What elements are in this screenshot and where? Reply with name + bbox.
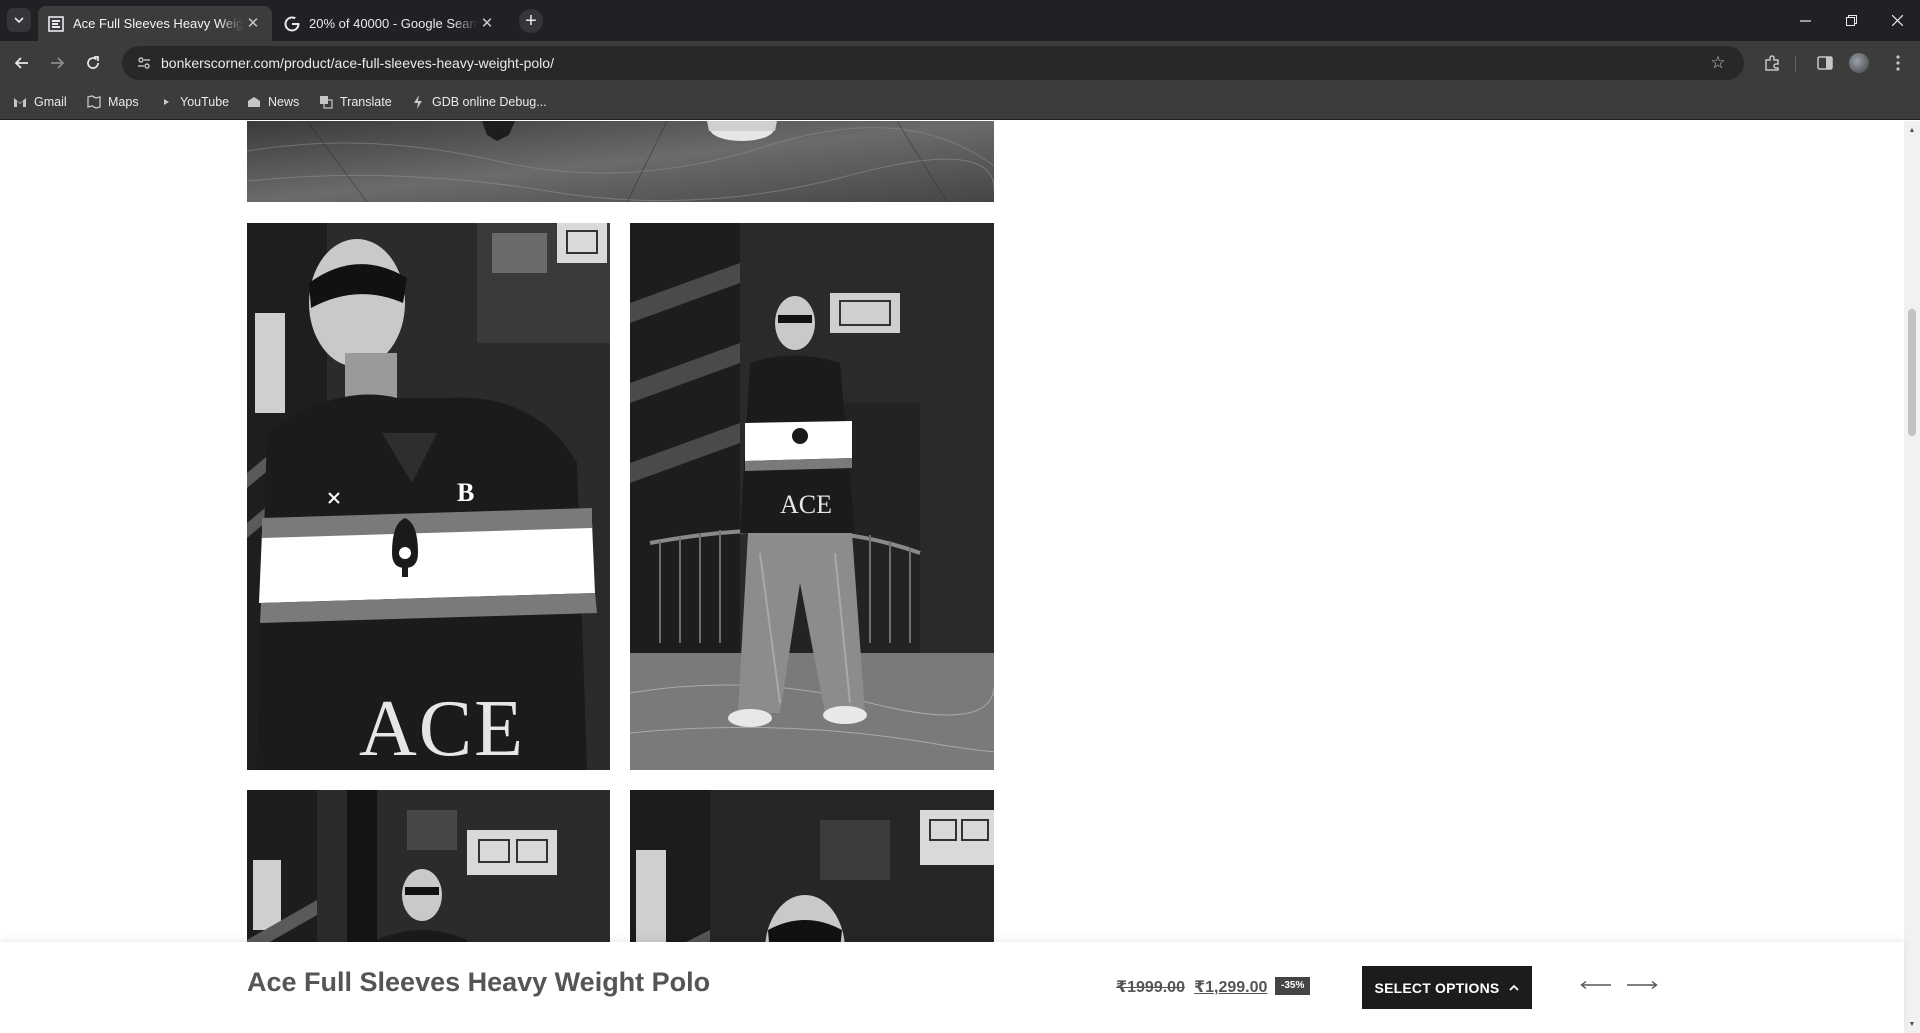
url-text: bonkerscorner.com/product/ace-full-sleev… (161, 55, 554, 71)
product-image-3[interactable]: ACE (630, 223, 994, 770)
scroll-thumb[interactable] (1908, 309, 1916, 436)
extensions-icon[interactable] (1760, 51, 1784, 75)
translate-icon (318, 94, 334, 110)
google-g-icon (284, 16, 300, 32)
close-icon[interactable]: ✕ (478, 15, 496, 33)
new-tab-plus-icon[interactable]: + (519, 9, 543, 33)
discount-badge: -35% (1275, 977, 1311, 995)
bookmark-label: YouTube (180, 95, 230, 109)
back-arrow-icon[interactable] (10, 51, 34, 75)
ace-print-text: ACE (359, 685, 525, 770)
select-options-button[interactable]: SELECT OPTIONS (1362, 966, 1532, 1009)
ace-print-text: ACE (780, 490, 832, 519)
sale-price: ₹1,299.00 (1194, 979, 1268, 996)
next-product-arrow-icon[interactable] (1626, 976, 1658, 994)
page-scrollbar[interactable]: ▲ ▼ (1904, 121, 1920, 1033)
site-info-icon[interactable] (135, 54, 153, 72)
bookmark-maps[interactable]: Maps (86, 91, 139, 113)
product-image-1[interactable] (247, 121, 994, 202)
bookmark-label: Gmail (34, 95, 67, 109)
side-panel-icon[interactable] (1813, 51, 1837, 75)
reload-icon[interactable] (81, 51, 105, 75)
window-controls (1782, 0, 1920, 41)
news-icon (246, 94, 262, 110)
address-bar[interactable]: bonkerscorner.com/product/ace-full-sleev… (122, 46, 1744, 80)
tab-google-search[interactable]: 20% of 40000 - Google Search ✕ (274, 6, 506, 41)
select-options-label: SELECT OPTIONS (1374, 979, 1500, 996)
bookmarks-bar: Gmail Maps YouTube News Translate GDB on… (0, 85, 1920, 120)
browser-toolbar: bonkerscorner.com/product/ace-full-sleev… (0, 41, 1920, 85)
gdb-icon (410, 94, 426, 110)
tab-product-page[interactable]: Ace Full Sleeves Heavy Weight Polo ✕ (38, 6, 272, 41)
product-image-2[interactable]: B ACE (247, 223, 610, 770)
tab-title: 20% of 40000 - Google Search (309, 16, 478, 31)
bookmark-star-icon[interactable]: ☆ (1706, 53, 1730, 73)
maps-icon (86, 94, 102, 110)
sticky-add-to-cart-bar: Ace Full Sleeves Heavy Weight Polo ₹1999… (0, 942, 1904, 1033)
bookmark-gdb[interactable]: GDB online Debug... (410, 91, 547, 113)
bookmark-label: GDB online Debug... (432, 95, 547, 109)
bonkers-logo-icon (48, 15, 64, 32)
tab-title: Ace Full Sleeves Heavy Weight Polo (73, 16, 244, 31)
minimize-icon[interactable] (1782, 0, 1828, 41)
close-window-icon[interactable] (1874, 0, 1920, 41)
bookmark-gmail[interactable]: Gmail (12, 91, 67, 113)
svg-text:B: B (457, 478, 474, 507)
chevron-up-icon (1509, 982, 1520, 994)
bookmark-label: Maps (108, 95, 139, 109)
close-icon[interactable]: ✕ (244, 15, 262, 33)
tab-strip: Ace Full Sleeves Heavy Weight Polo ✕ 20%… (0, 0, 1920, 41)
tab-search-chevron-icon[interactable] (7, 8, 31, 32)
page-viewport: B ACE ACE (0, 121, 1904, 1033)
bookmark-label: News (268, 95, 300, 109)
bookmark-label: Translate (340, 95, 392, 109)
bookmark-news[interactable]: News (246, 91, 299, 113)
restore-icon[interactable] (1828, 0, 1874, 41)
bookmark-translate[interactable]: Translate (318, 91, 392, 113)
scroll-up-arrow-icon[interactable]: ▲ (1904, 123, 1920, 137)
profile-avatar[interactable] (1849, 53, 1869, 73)
forward-arrow-icon[interactable] (45, 51, 69, 75)
bookmark-youtube[interactable]: YouTube (158, 91, 229, 113)
scroll-down-arrow-icon[interactable]: ▼ (1904, 1017, 1920, 1031)
product-title: Ace Full Sleeves Heavy Weight Polo (247, 967, 711, 997)
toolbar-divider (1795, 56, 1796, 72)
more-menu-icon[interactable] (1886, 51, 1910, 75)
gmail-icon (12, 94, 28, 110)
original-price: ₹1999.00 (1116, 979, 1185, 996)
previous-product-arrow-icon[interactable] (1580, 976, 1612, 994)
youtube-icon (158, 94, 174, 110)
